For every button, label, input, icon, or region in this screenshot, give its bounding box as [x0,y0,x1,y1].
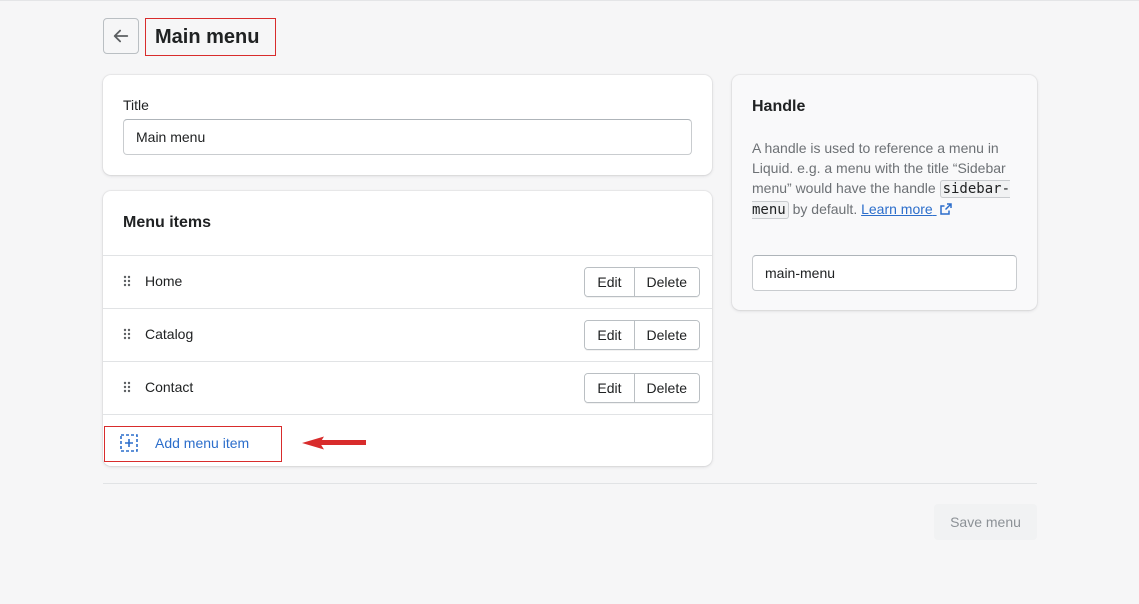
title-label: Title [123,97,149,113]
handle-description: A handle is used to reference a menu in … [752,138,1022,220]
title-card: Title Main menu [103,75,712,175]
edit-button[interactable]: Edit [585,374,635,402]
drag-handle-icon[interactable] [123,381,131,393]
delete-button[interactable]: Delete [634,374,699,402]
learn-more-link[interactable]: Learn more [861,201,952,217]
handle-heading: Handle [752,98,806,115]
edit-button[interactable]: Edit [585,321,635,349]
add-menu-item-row: Add menu item [103,414,712,466]
handle-description-text-2: by default. [788,201,862,217]
menu-item-label: Contact [145,379,194,395]
annotation-arrow-icon [302,436,366,450]
edit-button[interactable]: Edit [585,268,635,296]
menu-item-actions: Edit Delete [584,320,700,350]
handle-input[interactable]: main-menu [752,255,1017,291]
title-input[interactable]: Main menu [123,119,692,155]
drag-handle-icon[interactable] [123,328,131,340]
external-link-icon [939,203,952,215]
menu-items-heading: Menu items [123,214,212,231]
add-dashed-square-icon [120,434,138,452]
drag-handle-icon[interactable] [123,275,131,287]
back-button[interactable] [103,18,139,54]
add-menu-item-label: Add menu item [155,435,250,451]
menu-item-label: Home [145,273,183,289]
delete-button[interactable]: Delete [634,268,699,296]
delete-button[interactable]: Delete [634,321,699,349]
menu-item-row[interactable]: Contact Edit Delete [103,361,712,414]
menu-item-actions: Edit Delete [584,267,700,297]
learn-more-label: Learn more [861,201,933,217]
menu-item-row[interactable]: Catalog Edit Delete [103,308,712,361]
footer-divider [103,483,1037,484]
menu-item-label: Catalog [145,326,194,342]
menu-item-actions: Edit Delete [584,373,700,403]
page-title: Main menu [145,18,276,56]
handle-card: Handle A handle is used to reference a m… [732,75,1037,310]
save-menu-button[interactable]: Save menu [934,504,1037,540]
arrow-left-icon [113,29,129,43]
menu-item-row[interactable]: Home Edit Delete [103,255,712,308]
page: Main menu Title Main menu Menu items Hom… [0,0,1139,604]
menu-items-card: Menu items Home Edit Delete Catalog Edit [103,191,712,466]
add-menu-item-button[interactable]: Add menu item [104,426,282,462]
